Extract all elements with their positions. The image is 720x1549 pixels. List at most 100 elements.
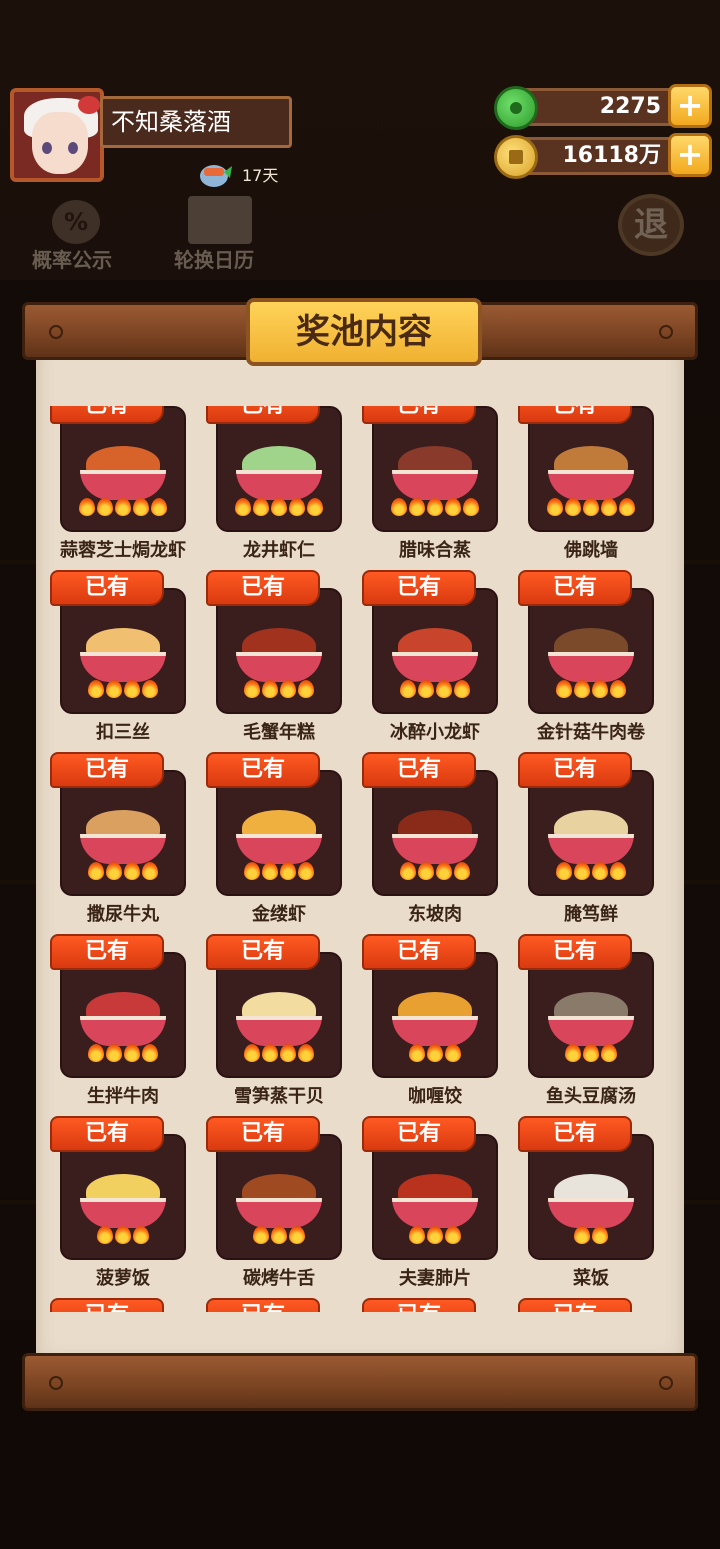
dish-name: 生拌牛肉 — [87, 1086, 159, 1107]
dish-image — [236, 810, 322, 868]
dish-item[interactable]: 已有 腌笃鲜 — [516, 752, 666, 934]
dish-image — [548, 810, 634, 868]
dish-item[interactable]: 已有腊味合蒸 — [360, 406, 510, 570]
dish-item[interactable]: 已有 — [204, 1298, 354, 1312]
flame-icon — [142, 862, 158, 880]
owned-badge: 已有 — [518, 1298, 632, 1312]
dish-name: 毛蟹年糕 — [243, 722, 315, 743]
owned-badge: 已有 — [518, 570, 632, 606]
flame-icon — [418, 862, 434, 880]
dish-item[interactable]: 已有 毛蟹年糕 — [204, 570, 354, 752]
flame-icon — [583, 498, 599, 516]
dish-item[interactable]: 已有 — [516, 1298, 666, 1312]
flame-icon — [280, 1044, 296, 1062]
flame-icon — [106, 680, 122, 698]
dish-image — [80, 992, 166, 1050]
add-coins-button[interactable]: + — [668, 133, 712, 177]
dish-item[interactable]: 已有 撒尿牛丸 — [48, 752, 198, 934]
flame-icon — [556, 680, 572, 698]
owned-badge: 已有 — [50, 1298, 164, 1312]
star-rating — [372, 1226, 498, 1248]
flame-icon — [592, 1226, 608, 1244]
streak-days: 17天 — [242, 166, 279, 185]
dish-image — [80, 810, 166, 868]
dish-item[interactable]: 已有蒜蓉芝士焗龙虾 — [48, 406, 198, 570]
dish-image — [392, 1174, 478, 1232]
dish-item[interactable]: 已有 金缕虾 — [204, 752, 354, 934]
dish-item[interactable]: 已有 — [48, 1298, 198, 1312]
owned-badge: 已有 — [50, 1116, 164, 1152]
dish-item[interactable]: 已有菜饭 — [516, 1116, 666, 1298]
dish-item[interactable]: 已有咖喱饺 — [360, 934, 510, 1116]
star-rating — [60, 1226, 186, 1248]
flame-icon — [547, 498, 563, 516]
calendar-icon — [188, 196, 252, 244]
dish-item[interactable]: 已有 扣三丝 — [48, 570, 198, 752]
dish-item[interactable]: 已有龙井虾仁 — [204, 406, 354, 570]
dish-image — [80, 1174, 166, 1232]
dish-item[interactable]: 已有 冰醉小龙虾 — [360, 570, 510, 752]
owned-badge: 已有 — [362, 934, 476, 970]
flame-icon — [454, 862, 470, 880]
dish-name: 金针菇牛肉卷 — [537, 722, 645, 743]
dish-item[interactable]: 已有 鱼头豆腐汤 — [516, 934, 666, 1116]
flame-icon — [565, 1044, 581, 1062]
dish-item[interactable]: 已有 碳烤牛舌 — [204, 1116, 354, 1298]
flame-icon — [592, 680, 608, 698]
owned-badge: 已有 — [518, 752, 632, 788]
star-rating — [60, 1044, 186, 1066]
star-rating — [216, 862, 342, 884]
dish-item[interactable]: 已有佛跳墙 — [516, 406, 666, 570]
flame-icon — [235, 498, 251, 516]
star-rating — [60, 862, 186, 884]
owned-badge: 已有 — [518, 934, 632, 970]
dish-name: 菜饭 — [573, 1268, 609, 1289]
add-jade-button[interactable]: + — [668, 84, 712, 128]
star-rating — [528, 1226, 654, 1248]
flame-icon — [400, 862, 416, 880]
flame-icon — [151, 498, 167, 516]
dish-item[interactable]: 已有 东坡肉 — [360, 752, 510, 934]
player-name: 不知桑落酒 — [100, 96, 292, 148]
flame-icon — [88, 862, 104, 880]
dish-name: 撒尿牛丸 — [87, 904, 159, 925]
dish-item[interactable]: 已有生拌牛肉 — [48, 934, 198, 1116]
owned-badge: 已有 — [518, 1116, 632, 1152]
flame-icon — [262, 862, 278, 880]
dish-item[interactable]: 已有 — [360, 1298, 510, 1312]
player-avatar[interactable] — [10, 88, 104, 182]
flame-icon — [133, 1226, 149, 1244]
dish-image — [236, 628, 322, 686]
flame-icon — [298, 862, 314, 880]
flame-icon — [142, 680, 158, 698]
dish-image — [548, 628, 634, 686]
dish-item[interactable]: 已有 菠萝饭 — [48, 1116, 198, 1298]
dish-item[interactable]: 已有雪笋蒸干贝 — [204, 934, 354, 1116]
coin-icon — [494, 135, 538, 179]
owned-badge: 已有 — [50, 934, 164, 970]
owned-badge: 已有 — [362, 570, 476, 606]
flame-icon — [574, 680, 590, 698]
star-rating — [528, 862, 654, 884]
flame-icon — [79, 498, 95, 516]
prize-pool-grid[interactable]: 已有蒜蓉芝士焗龙虾已有龙井虾仁已有腊味合蒸已有佛跳墙已有扣三丝已有毛蟹年糕已有冰… — [36, 406, 684, 1312]
flame-icon — [298, 680, 314, 698]
flame-icon — [610, 680, 626, 698]
flame-icon — [409, 1226, 425, 1244]
dish-name: 咖喱饺 — [408, 1086, 462, 1107]
flame-icon — [271, 1226, 287, 1244]
flame-icon — [427, 1226, 443, 1244]
dish-name: 雪笋蒸干贝 — [234, 1086, 324, 1107]
flame-icon — [574, 862, 590, 880]
owned-badge: 已有 — [206, 934, 320, 970]
dish-item[interactable]: 已有金针菇牛肉卷 — [516, 570, 666, 752]
flame-icon — [280, 680, 296, 698]
flame-icon — [391, 498, 407, 516]
dish-name: 扣三丝 — [96, 722, 150, 743]
jade-icon — [494, 86, 538, 130]
flame-icon — [610, 862, 626, 880]
dish-item[interactable]: 已有 夫妻肺片 — [360, 1116, 510, 1298]
star-rating — [372, 680, 498, 702]
scroll-rod-bottom[interactable] — [22, 1353, 698, 1411]
star-rating — [528, 498, 654, 520]
